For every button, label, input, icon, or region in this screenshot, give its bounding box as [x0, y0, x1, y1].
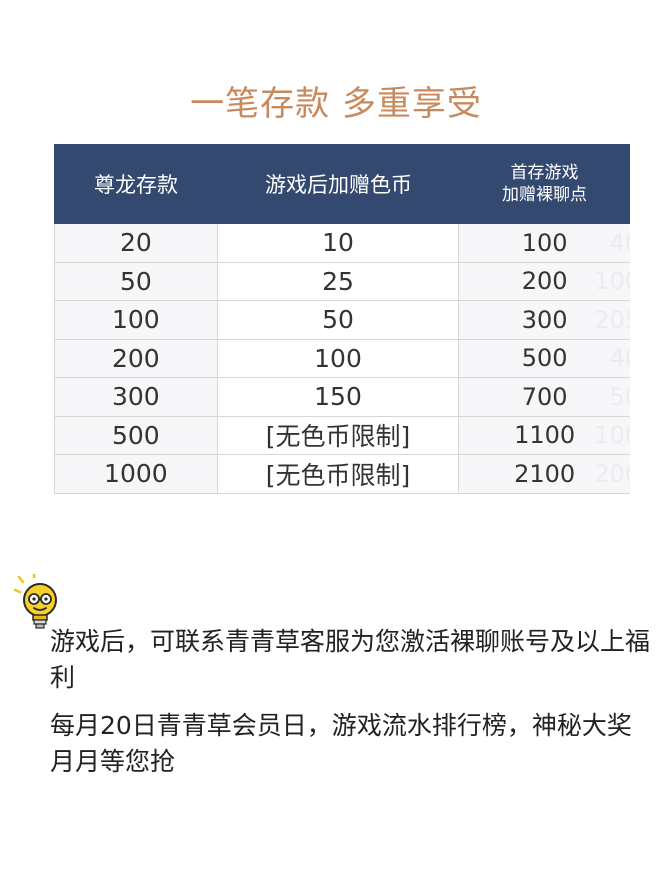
- bonus-points-value: 500: [521, 344, 568, 373]
- faded-value: 50: [609, 382, 630, 411]
- table-header: 尊龙存款 游戏后加赠色币 首存游戏 加赠裸聊点: [54, 144, 630, 224]
- cell-bonus-points: 100 40: [459, 224, 630, 262]
- table-row: 20 10 100 40: [54, 224, 630, 263]
- bonus-points-value: 100: [521, 228, 568, 257]
- faded-value: 100: [594, 421, 630, 450]
- note-line: 游戏后，可联系青青草客服为您激活裸聊账号及以上福利: [50, 627, 651, 692]
- cell-bonus-coins: 100: [217, 339, 460, 377]
- header-first-deposit-bonus: 首存游戏 加赠裸聊点: [459, 144, 630, 224]
- faded-value: 200: [594, 459, 630, 488]
- cell-bonus-points: 200 100: [459, 263, 630, 301]
- cell-bonus-coins: 25: [217, 262, 460, 300]
- bonus-points-value: 1100: [514, 421, 576, 450]
- cell-deposit: 300: [54, 378, 218, 416]
- bonus-table: 尊龙存款 游戏后加赠色币 首存游戏 加赠裸聊点 20 10 100 40 50 …: [54, 144, 630, 494]
- table-row: 200 100 500 40: [54, 339, 630, 378]
- table-row: 100 50 300 205: [54, 301, 630, 340]
- cell-bonus-coins: 150: [217, 378, 460, 416]
- bonus-points-value: 300: [521, 305, 568, 334]
- faded-value: 100: [594, 267, 630, 296]
- cell-deposit: 100: [54, 301, 218, 339]
- cell-deposit: 1000: [54, 455, 218, 493]
- header-deposit: 尊龙存款: [94, 173, 178, 197]
- cell-bonus-coins: 10: [217, 224, 460, 262]
- cell-deposit: 20: [54, 224, 218, 262]
- cell-bonus-coins: [无色币限制]: [217, 416, 460, 454]
- cell-bonus-coins: 50: [217, 301, 460, 339]
- cell-deposit: 50: [54, 262, 218, 300]
- cell-deposit: 200: [54, 339, 218, 377]
- page-title: 一笔存款 多重享受: [190, 84, 482, 124]
- lightbulb-icon: [14, 574, 57, 629]
- bonus-points-value: 700: [521, 382, 568, 411]
- table-row: 1000 [无色币限制] 2100 200: [54, 455, 630, 494]
- cell-bonus-points: 1100 100: [459, 417, 630, 455]
- note-line: 每月20日青青草会员日，游戏流水排行榜，神秘大奖月月等您抢: [50, 711, 632, 776]
- cell-bonus-points: 300 205: [459, 301, 630, 339]
- faded-value: 40: [609, 228, 630, 257]
- cell-bonus-points: 2100 200: [459, 455, 630, 493]
- cell-bonus-points: 500 40: [459, 340, 630, 378]
- header-first-deposit-line1: 首存游戏: [510, 163, 579, 183]
- cell-bonus-coins: [无色币限制]: [217, 455, 460, 493]
- faded-value: 205: [594, 305, 630, 334]
- header-bonus-coins: 游戏后加赠色币: [265, 173, 412, 197]
- promo-notes: 游戏后，可联系青青草客服为您激活裸聊账号及以上福利 每月20日青青草会员日，游戏…: [50, 624, 650, 792]
- cell-deposit: 500: [54, 416, 218, 454]
- bonus-points-value: 200: [521, 267, 568, 296]
- cell-bonus-points: 700 50: [459, 378, 630, 416]
- header-first-deposit-line2: 加赠裸聊点: [502, 185, 587, 205]
- table-row: 300 150 700 50: [54, 378, 630, 417]
- bonus-points-value: 2100: [514, 459, 576, 488]
- table-row: 500 [无色币限制] 1100 100: [54, 416, 630, 455]
- table-row: 50 25 200 100: [54, 262, 630, 301]
- faded-value: 40: [609, 344, 630, 373]
